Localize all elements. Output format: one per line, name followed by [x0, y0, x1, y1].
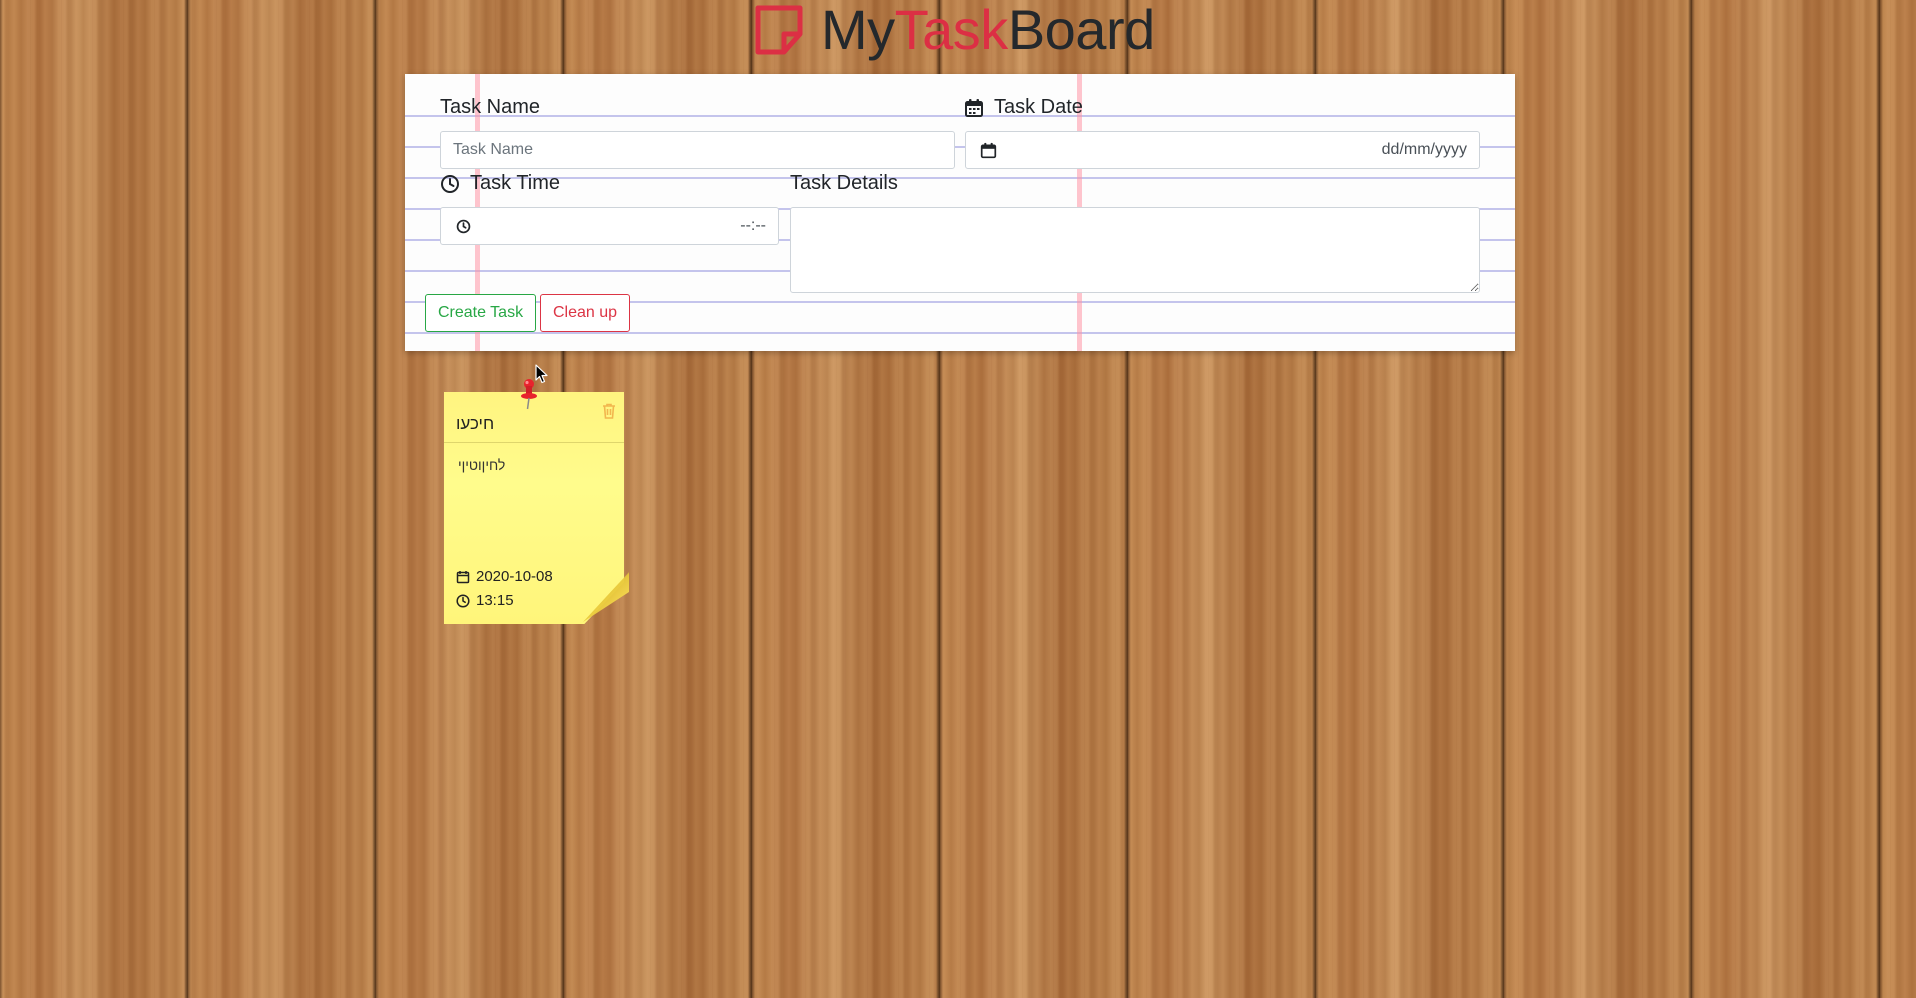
task-note: חיכעו לחיןוטיןי 2020-10-08 13:15 [444, 392, 624, 624]
task-details-label: Task Details [790, 172, 898, 194]
sticky-note-icon [755, 5, 803, 55]
note-title: חיכעו [456, 414, 495, 433]
clean-up-button[interactable]: Clean up [540, 294, 631, 332]
task-date-input[interactable]: dd/mm/yyyy [965, 131, 1480, 169]
logo-board: Board [1007, 0, 1155, 61]
create-task-button[interactable]: Create Task [425, 294, 537, 332]
calendar-icon [980, 142, 997, 158]
note-time-text: 13:15 [476, 592, 514, 609]
note-date-text: 2020-10-08 [476, 568, 553, 585]
trash-icon[interactable] [600, 402, 618, 420]
task-name-label: Task Name [440, 96, 541, 118]
date-placeholder: dd/mm/yyyy [1381, 141, 1467, 158]
calendar-icon [456, 570, 470, 583]
note-details: לחיןוטיןי [458, 457, 506, 473]
app-title: MyTaskBoard [821, 0, 1155, 60]
time-placeholder: --:-- [740, 217, 766, 234]
clock-icon [456, 593, 470, 608]
task-name-input[interactable] [440, 131, 955, 169]
task-time-input[interactable]: --:-- [440, 207, 779, 245]
app-logo[interactable]: MyTaskBoard [753, 0, 1155, 60]
clock-icon [441, 174, 459, 193]
task-details-textarea[interactable] [790, 207, 1480, 293]
mouse-cursor-icon [535, 364, 548, 384]
logo-task: Task [894, 0, 1009, 61]
calendar-icon [965, 98, 983, 117]
logo-my: My [821, 0, 895, 61]
task-form: Task Name Task Date dd/mm/yyyy Task Time [405, 74, 1515, 351]
task-time-label: Task Time [440, 172, 560, 195]
clock-icon [456, 219, 471, 233]
task-date-label: Task Date [964, 96, 1083, 119]
note-date: 2020-10-08 [456, 568, 553, 585]
note-time: 13:15 [456, 592, 514, 609]
